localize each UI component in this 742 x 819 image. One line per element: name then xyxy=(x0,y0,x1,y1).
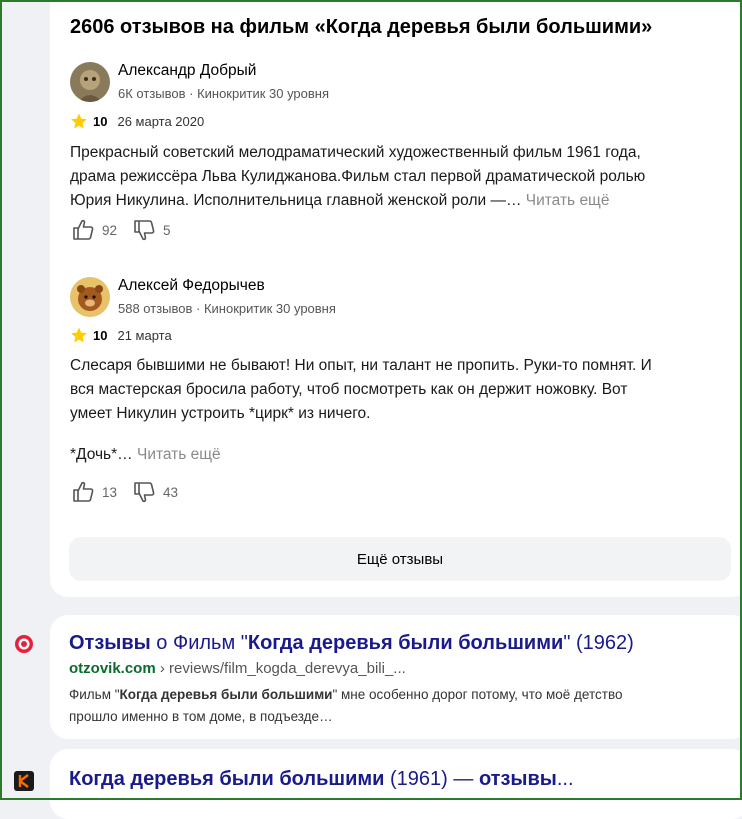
result-title-keyword[interactable]: Когда деревья были большими xyxy=(248,632,563,654)
review-text: Прекрасный советский мелодраматический х… xyxy=(70,141,720,213)
review-tail: *Дочь*… xyxy=(70,446,133,463)
thumbs-down-icon xyxy=(134,220,155,241)
dislike-button[interactable]: 5 xyxy=(131,217,171,243)
dislike-count: 43 xyxy=(163,484,179,500)
review-date: 21 марта xyxy=(117,327,172,343)
search-result-title[interactable]: Когда деревья были большими (1961) — отз… xyxy=(69,768,574,791)
review-author[interactable]: Александр Добрый xyxy=(118,62,256,80)
snippet-text: " мне особенно дорог потому, что моё дет… xyxy=(332,687,623,702)
review-text-line: Прекрасный советский мелодраматический х… xyxy=(70,144,641,161)
kinopoisk-icon[interactable] xyxy=(14,771,34,791)
like-button[interactable]: 92 xyxy=(70,217,117,243)
review-text-line: вся мастерская бросила работу, чтоб посм… xyxy=(70,381,628,398)
snippet-text: Фильм " xyxy=(69,687,120,702)
review-rating: 10 26 марта 2020 xyxy=(70,111,204,131)
more-reviews-button[interactable]: Ещё отзывы xyxy=(69,537,731,581)
review-votes: 92 5 xyxy=(70,217,185,243)
result-title-text[interactable]: (1961) — xyxy=(384,768,478,790)
like-button[interactable]: 13 xyxy=(70,479,117,505)
read-more-link[interactable]: Читать ещё xyxy=(137,446,221,463)
like-count: 13 xyxy=(102,484,118,500)
reviews-title[interactable]: 2606 отзывов на фильм «Когда деревья был… xyxy=(70,16,652,39)
result-title-text[interactable]: " (1962) xyxy=(563,632,633,654)
result-title-text[interactable]: ... xyxy=(557,768,574,790)
search-result-title[interactable]: Отзывы о Фильм "Когда деревья были больш… xyxy=(69,632,634,655)
thumbs-up-icon xyxy=(73,481,94,502)
result-title-keyword[interactable]: Когда деревья были большими xyxy=(69,768,384,790)
result-path[interactable]: › reviews/film_kogda_derevya_bili_... xyxy=(156,660,406,677)
review-author-meta: 588 отзывов · Кинокритик 30 уровня xyxy=(118,301,336,316)
review-author[interactable]: Алексей Федорычев xyxy=(118,277,265,295)
review-score: 10 xyxy=(93,113,108,129)
thumbs-down-icon xyxy=(134,482,155,503)
read-more-link[interactable]: Читать ещё xyxy=(526,192,610,209)
review-votes: 13 43 xyxy=(70,479,192,505)
result-title-keyword[interactable]: Отзывы xyxy=(69,632,151,654)
snippet-text: прошло именно в том доме, в подъезде… xyxy=(69,709,333,724)
review-text-tail: *Дочь*… Читать ещё xyxy=(70,443,720,467)
star-icon xyxy=(71,327,87,343)
review-author-meta: 6К отзывов · Кинокритик 30 уровня xyxy=(118,86,330,101)
result-host[interactable]: otzovik.com xyxy=(69,660,156,677)
review-text-line: драма режиссёра Льва Кулиджанова.Фильм с… xyxy=(70,168,646,185)
dislike-count: 5 xyxy=(163,222,171,238)
thumbs-up-icon xyxy=(73,219,94,240)
search-result-url[interactable]: otzovik.com › reviews/film_kogda_derevya… xyxy=(69,660,406,677)
review-text-line: Слесаря бывшими не бывают! Ни опыт, ни т… xyxy=(70,357,652,374)
star-icon xyxy=(71,113,87,129)
review-rating: 10 21 марта xyxy=(70,325,172,345)
dislike-button[interactable]: 43 xyxy=(131,479,178,505)
avatar[interactable] xyxy=(70,277,110,317)
search-result-snippet: Фильм "Когда деревья были большими" мне … xyxy=(69,684,719,728)
snippet-highlight: Когда деревья были большими xyxy=(119,687,333,702)
avatar[interactable] xyxy=(70,62,110,102)
review-score: 10 xyxy=(93,327,108,343)
review-date: 26 марта 2020 xyxy=(117,113,205,129)
like-count: 92 xyxy=(102,222,118,238)
result-title-keyword[interactable]: отзывы xyxy=(479,768,557,790)
review-text-line: Юрия Никулина. Исполнительница главной ж… xyxy=(70,192,522,209)
otzovik-icon[interactable] xyxy=(14,634,34,654)
result-title-text[interactable]: о Фильм " xyxy=(151,632,248,654)
review-text: Слесаря бывшими не бывают! Ни опыт, ни т… xyxy=(70,354,720,426)
review-text-line: умеет Никулин устроить *цирк* из ничего. xyxy=(70,405,371,422)
